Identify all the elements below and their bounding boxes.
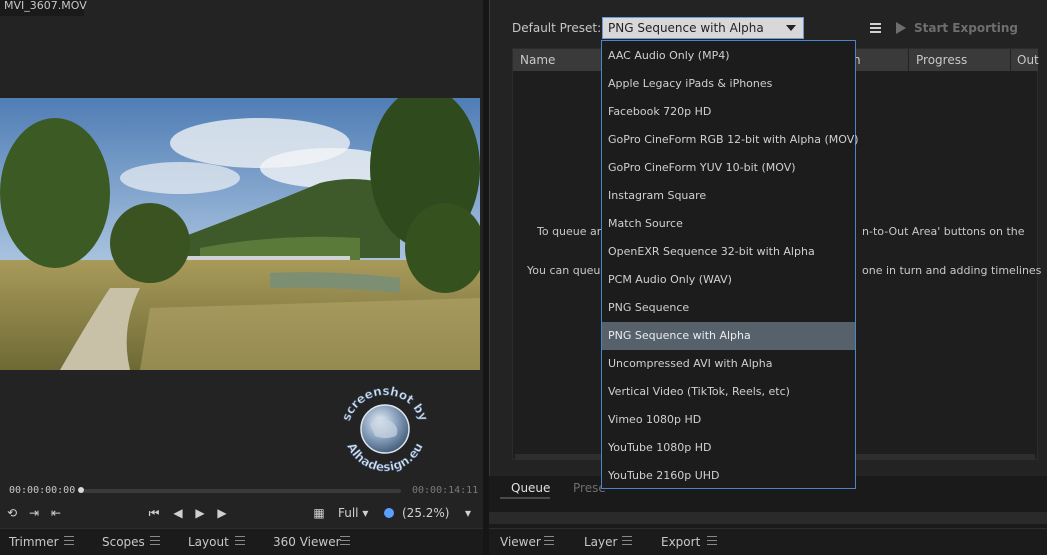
preset-option[interactable]: YouTube 1080p HD	[602, 434, 855, 462]
preset-option[interactable]: OpenEXR Sequence 32-bit with Alpha	[602, 238, 855, 266]
preset-option[interactable]: GoPro CineForm YUV 10-bit (MOV)	[602, 154, 855, 182]
step-back-icon[interactable]: ◀	[170, 505, 186, 521]
timeline-scrubber: 00:00:00:00 00:00:14:11	[0, 483, 483, 499]
tab-queue[interactable]: Queue	[511, 481, 550, 495]
preset-option[interactable]: PCM Audio Only (WAV)	[602, 266, 855, 294]
default-preset-select[interactable]: PNG Sequence with Alpha	[602, 17, 804, 39]
landscape-image	[0, 98, 480, 370]
end-timecode: 00:00:14:11	[412, 485, 479, 496]
zoom-value: (25.2%)	[402, 506, 450, 520]
chevron-down-icon: ▾	[362, 506, 369, 520]
preset-option[interactable]: PNG Sequence with Alpha	[602, 322, 855, 350]
export-frame-icon[interactable]: ⇥	[26, 505, 42, 521]
video-preview[interactable]	[0, 98, 480, 370]
column-header-progress[interactable]: Progress	[909, 49, 1011, 71]
resolution-value: Full	[338, 506, 359, 520]
tab-layout-menu-icon[interactable]	[235, 536, 245, 545]
default-preset-label: Default Preset:	[512, 21, 602, 35]
tab-layer-menu-icon[interactable]	[622, 536, 632, 545]
queue-hint-line2-right: one in turn and adding timelines	[862, 264, 1042, 277]
loop-icon[interactable]: ⟲	[4, 505, 20, 521]
play-icon[interactable]: ▶	[214, 505, 230, 521]
tab-export[interactable]: Export	[661, 535, 700, 549]
selected-preset-value: PNG Sequence with Alpha	[608, 21, 764, 35]
preset-option[interactable]: Facebook 720p HD	[602, 98, 855, 126]
tab-queue-underline	[500, 497, 550, 499]
resolution-select[interactable]: Full ▾	[338, 505, 368, 521]
tab-trimmer[interactable]: Trimmer	[9, 535, 59, 549]
preset-option[interactable]: Uncompressed AVI with Alpha	[602, 350, 855, 378]
import-frame-icon[interactable]: ⇤	[48, 505, 64, 521]
chevron-down-icon	[786, 25, 796, 31]
preset-option[interactable]: Apple Legacy iPads & iPhones	[602, 70, 855, 98]
tab-scopes[interactable]: Scopes	[102, 535, 145, 549]
start-exporting-button[interactable]: Start Exporting	[914, 21, 1018, 35]
left-panel-tabs: Trimmer Scopes Layout 360 Viewer	[0, 528, 483, 555]
tab-viewer-menu-icon[interactable]	[544, 536, 554, 545]
tab-export-menu-icon[interactable]	[707, 536, 717, 545]
step-forward-icon[interactable]: ▶	[192, 505, 208, 521]
preset-dropdown-list: AAC Audio Only (MP4) Apple Legacy iPads &…	[601, 40, 859, 490]
preset-option[interactable]: Vertical Video (TikTok, Reels, etc)	[602, 378, 855, 406]
right-panel-tabs: Viewer Layer Export	[489, 528, 1047, 555]
queue-hint-line1-left: To queue an	[537, 225, 604, 238]
preset-option[interactable]: GoPro CineForm RGB 12-bit with Alpha (MO…	[602, 126, 859, 154]
preset-option[interactable]: Instagram Square	[602, 182, 855, 210]
transport-controls: ⟲ ⇥ ⇤ ⏮ ◀ ▶ ▶ ▦ Full ▾ (25.2%) ▾	[0, 502, 483, 524]
watermark-seal: screenshot by Alhadesign.eu	[339, 384, 432, 475]
queue-hint-line2-left: You can queue	[527, 264, 608, 277]
preset-option[interactable]: Vimeo 1080p HD	[602, 406, 855, 434]
zoom-icon[interactable]	[384, 508, 394, 518]
scrub-track[interactable]	[79, 489, 401, 493]
panel-separator	[489, 512, 1047, 524]
preset-option[interactable]: AAC Audio Only (MP4)	[602, 42, 855, 70]
tab-trimmer-menu-icon[interactable]	[64, 536, 74, 545]
preset-option[interactable]: Match Source	[602, 210, 855, 238]
go-to-start-icon[interactable]: ⏮	[146, 505, 162, 521]
column-header-out[interactable]: Out	[1011, 49, 1039, 71]
queue-hint-line1-right: n-to-Out Area' buttons on the	[862, 225, 1025, 238]
grid-icon[interactable]: ▦	[311, 505, 327, 521]
tab-layout[interactable]: Layout	[188, 535, 229, 549]
preset-option[interactable]: YouTube 2160p UHD	[602, 462, 855, 490]
playhead-handle[interactable]	[78, 487, 84, 493]
column-header-partial[interactable]: n	[853, 49, 909, 71]
current-timecode: 00:00:00:00	[9, 485, 76, 496]
hamburger-menu-icon[interactable]	[870, 23, 881, 33]
clip-filename: MVI_3607.MOV	[4, 0, 87, 12]
tab-viewer[interactable]: Viewer	[500, 535, 541, 549]
clip-tab[interactable]: MVI_3607.MOV	[0, 0, 87, 16]
tab-360-viewer[interactable]: 360 Viewer	[273, 535, 341, 549]
preset-option[interactable]: PNG Sequence	[602, 294, 855, 322]
zoom-dropdown-icon[interactable]: ▾	[460, 505, 476, 521]
viewer-panel: MVI_3607.MOV 00:00:00:00 00:00:14:11 ⟲ ⇥…	[0, 0, 483, 555]
tab-360-viewer-menu-icon[interactable]	[340, 536, 350, 545]
play-icon	[896, 22, 906, 34]
tab-scopes-menu-icon[interactable]	[150, 536, 160, 545]
tab-layer[interactable]: Layer	[584, 535, 617, 549]
